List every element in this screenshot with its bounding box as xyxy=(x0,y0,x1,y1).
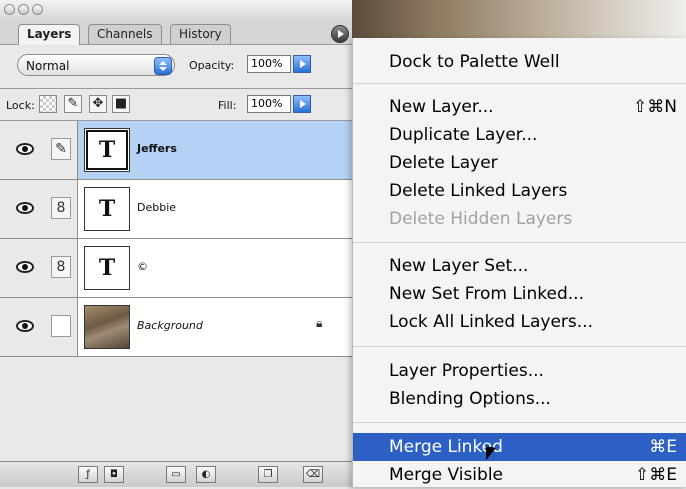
visibility-cell[interactable] xyxy=(0,121,47,179)
menu-item-lock-all-linked-layers[interactable]: Lock All Linked Layers... xyxy=(353,308,686,336)
blend-mode-stepper[interactable] xyxy=(154,57,172,75)
menu-item-merge-visible[interactable]: Merge Visible ⇧⌘E xyxy=(353,461,686,489)
menu-item-label: Duplicate Layer... xyxy=(389,125,538,145)
menu-item-label: Blending Options... xyxy=(389,389,551,409)
menu-item-label: Layer Properties... xyxy=(389,361,544,381)
menu-item-delete-linked-layers[interactable]: Delete Linked Layers xyxy=(353,177,686,205)
menu-item-label: New Layer... xyxy=(389,97,494,117)
chain-link-icon: 8 xyxy=(51,256,71,278)
layer-name: Background xyxy=(137,319,203,332)
text-layer-thumbnail: T xyxy=(84,128,130,172)
eye-icon xyxy=(16,202,34,214)
layer-row-background[interactable]: Background 🔒︎ xyxy=(0,298,352,357)
menu-separator xyxy=(353,422,686,423)
layers-palette: Layers Channels History Normal Opacity: … xyxy=(0,0,352,487)
menu-item-merge-linked[interactable]: Merge Linked ⌘E xyxy=(353,433,686,461)
menu-item-label: Lock All Linked Layers... xyxy=(389,312,593,332)
menu-separator xyxy=(353,83,686,84)
text-layer-thumbnail: T xyxy=(84,187,130,231)
menu-item-label: Delete Hidden Layers xyxy=(389,209,573,229)
lock-transparency-icon[interactable] xyxy=(39,95,57,113)
lock-all-icon[interactable]: ■ xyxy=(112,95,130,113)
tab-channels[interactable]: Channels xyxy=(88,24,162,44)
layer-row-copyright[interactable]: 8 T © xyxy=(0,239,352,298)
palette-tabs: Layers Channels History xyxy=(0,20,352,45)
photo-thumbnail xyxy=(84,305,130,349)
document-image xyxy=(352,0,686,40)
eye-icon xyxy=(16,143,34,155)
menu-item-dock-to-palette-well[interactable]: Dock to Palette Well xyxy=(353,48,686,76)
zoom-window-button[interactable] xyxy=(32,4,43,15)
trash-icon[interactable]: ⌫ xyxy=(303,466,323,483)
layers-palette-menu: Dock to Palette Well New Layer... ⇧⌘N Dup… xyxy=(352,38,686,487)
new-set-icon[interactable]: ▭ xyxy=(166,466,186,483)
palette-menu-button[interactable] xyxy=(331,25,349,43)
menu-item-new-set-from-linked[interactable]: New Set From Linked... xyxy=(353,280,686,308)
opacity-slider-button[interactable] xyxy=(293,55,311,73)
menu-shortcut: ⇧⌘E xyxy=(635,465,677,485)
menu-shortcut: ⌘E xyxy=(649,437,677,457)
link-cell[interactable]: ✎ xyxy=(46,121,78,179)
fill-field[interactable]: 100% xyxy=(247,95,291,113)
menu-separator xyxy=(353,346,686,347)
new-layer-icon[interactable]: ❐ xyxy=(258,466,278,483)
menu-item-delete-hidden-layers: Delete Hidden Layers xyxy=(353,205,686,233)
eye-icon xyxy=(16,261,34,273)
layer-name: Debbie xyxy=(137,201,177,214)
menu-separator xyxy=(353,242,686,243)
lock-icon: 🔒︎ xyxy=(316,316,323,330)
mouse-pointer-icon xyxy=(486,446,496,462)
palette-titlebar xyxy=(0,0,352,20)
layer-name: Jeffers xyxy=(137,142,177,155)
blend-mode-select[interactable]: Normal xyxy=(17,54,175,76)
opacity-label: Opacity: xyxy=(189,59,235,72)
palette-bottom-toolbar: ƒ ◘ ▭ ◐ ❐ ⌫ xyxy=(0,461,352,487)
mask-icon[interactable]: ◘ xyxy=(104,466,124,483)
link-cell[interactable]: 8 xyxy=(46,180,78,238)
link-cell[interactable] xyxy=(46,298,78,356)
lock-brush-icon[interactable]: ✎ xyxy=(64,95,82,113)
divider xyxy=(0,88,352,89)
adjustment-layer-icon[interactable]: ◐ xyxy=(196,466,216,483)
menu-item-duplicate-layer[interactable]: Duplicate Layer... xyxy=(353,121,686,149)
menu-item-label: New Layer Set... xyxy=(389,256,529,276)
visibility-cell[interactable] xyxy=(0,298,47,356)
menu-item-label: Delete Layer xyxy=(389,153,498,173)
layer-style-icon[interactable]: ƒ xyxy=(78,466,98,483)
opacity-field[interactable]: 100% xyxy=(247,55,291,73)
fill-slider-button[interactable] xyxy=(293,95,311,113)
menu-item-label: Delete Linked Layers xyxy=(389,181,568,201)
fill-label: Fill: xyxy=(218,99,237,112)
chain-link-icon: 8 xyxy=(51,197,71,219)
layer-name: © xyxy=(137,260,148,273)
eye-icon xyxy=(16,320,34,332)
menu-item-new-layer-set[interactable]: New Layer Set... xyxy=(353,252,686,280)
close-window-button[interactable] xyxy=(4,4,15,15)
lock-label: Lock: xyxy=(6,99,35,112)
menu-item-delete-layer[interactable]: Delete Layer xyxy=(353,149,686,177)
layer-row-jeffers[interactable]: ✎ T Jeffers xyxy=(0,121,352,180)
layer-row-debbie[interactable]: 8 T Debbie xyxy=(0,180,352,239)
visibility-cell[interactable] xyxy=(0,180,47,238)
menu-item-layer-properties[interactable]: Layer Properties... xyxy=(353,357,686,385)
brush-icon: ✎ xyxy=(51,138,71,160)
menu-shortcut: ⇧⌘N xyxy=(633,97,677,117)
empty-link-box xyxy=(51,315,71,337)
tab-history[interactable]: History xyxy=(170,24,231,44)
menu-item-new-layer[interactable]: New Layer... ⇧⌘N xyxy=(353,93,686,121)
menu-item-label: Merge Visible xyxy=(389,465,504,485)
menu-item-blending-options[interactable]: Blending Options... xyxy=(353,385,686,413)
blend-mode-value: Normal xyxy=(26,59,70,73)
menu-item-label: New Set From Linked... xyxy=(389,284,584,304)
minimize-window-button[interactable] xyxy=(18,4,29,15)
text-layer-thumbnail: T xyxy=(84,246,130,290)
link-cell[interactable]: 8 xyxy=(46,239,78,297)
tab-layers[interactable]: Layers xyxy=(18,24,81,45)
lock-move-icon[interactable]: ✥ xyxy=(89,95,107,113)
visibility-cell[interactable] xyxy=(0,239,47,297)
menu-item-label: Dock to Palette Well xyxy=(389,52,560,72)
